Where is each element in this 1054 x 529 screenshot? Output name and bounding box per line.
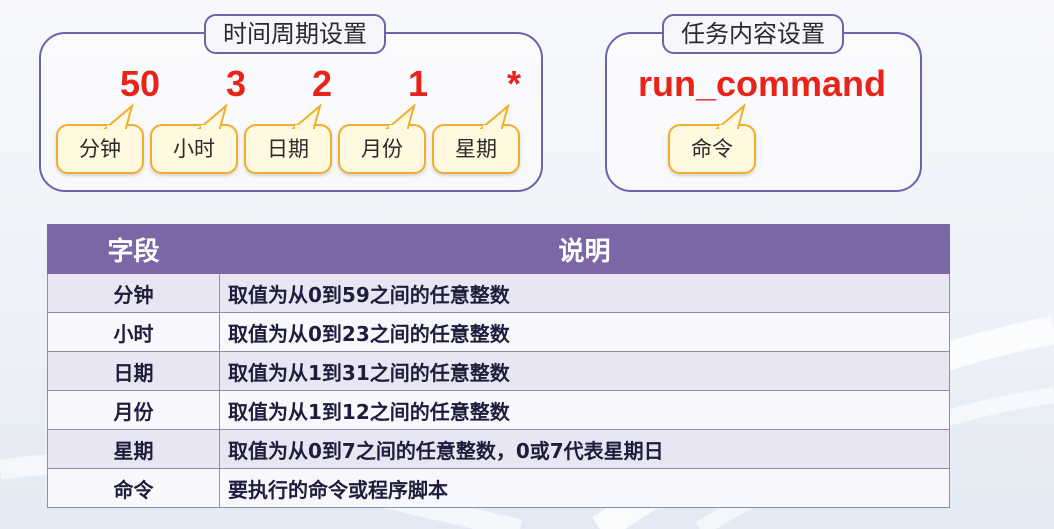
task-settings-box (605, 32, 922, 192)
hour-value: 3 (225, 63, 247, 104)
row-description: 取值为从0到7之间的任意整数，0或7代表星期日 (219, 429, 950, 469)
row-field: 星期 (47, 429, 220, 469)
header-field: 字段 (47, 224, 220, 274)
table-header-row: 字段 说明 (47, 224, 950, 274)
month-label: 月份 (361, 137, 403, 161)
day-callout: 日期 (244, 103, 332, 174)
callout-tail (715, 103, 746, 130)
minute-label: 分钟 (79, 137, 121, 161)
day-label: 日期 (267, 137, 309, 161)
minute-callout: 分钟 (56, 103, 144, 174)
callout-tail (479, 103, 510, 130)
row-description: 取值为从0到59之间的任意整数 (219, 273, 950, 313)
table-row: 命令 要执行的命令或程序脚本 (47, 468, 950, 508)
callout-tail (103, 103, 134, 130)
weekday-label: 星期 (455, 137, 497, 161)
row-field: 命令 (47, 468, 220, 508)
hour-label: 小时 (173, 137, 215, 161)
month-value: 1 (407, 63, 429, 104)
row-description: 取值为从1到31之间的任意整数 (219, 351, 950, 391)
row-description: 要执行的命令或程序脚本 (219, 468, 950, 508)
weekday-value: * (506, 63, 521, 104)
row-field: 小时 (47, 312, 220, 352)
row-field: 月份 (47, 390, 220, 430)
row-description: 取值为从0到23之间的任意整数 (219, 312, 950, 352)
command-label: 命令 (691, 137, 733, 161)
callout-tail (197, 103, 228, 130)
table-row: 分钟 取值为从0到59之间的任意整数 (47, 273, 950, 313)
day-value: 2 (311, 63, 333, 104)
weekday-callout: 星期 (432, 103, 520, 174)
time-settings-title: 时间周期设置 (204, 14, 386, 54)
task-settings-title: 任务内容设置 (662, 14, 844, 54)
minute-value: 50 (119, 63, 161, 104)
header-description: 说明 (219, 224, 950, 274)
command-callout: 命令 (668, 103, 756, 174)
callout-tail (291, 103, 322, 130)
table-row: 月份 取值为从1到12之间的任意整数 (47, 390, 950, 430)
row-field: 日期 (47, 351, 220, 391)
row-field: 分钟 (47, 273, 220, 313)
month-callout: 月份 (338, 103, 426, 174)
field-reference-table: 字段 说明 分钟 取值为从0到59之间的任意整数 小时 取值为从0到23之间的任… (47, 224, 950, 508)
table-row: 小时 取值为从0到23之间的任意整数 (47, 312, 950, 352)
table-row: 星期 取值为从0到7之间的任意整数，0或7代表星期日 (47, 429, 950, 469)
callout-tail (385, 103, 416, 130)
row-description: 取值为从1到12之间的任意整数 (219, 390, 950, 430)
table-row: 日期 取值为从1到31之间的任意整数 (47, 351, 950, 391)
hour-callout: 小时 (150, 103, 238, 174)
command-value: run_command (637, 63, 887, 104)
